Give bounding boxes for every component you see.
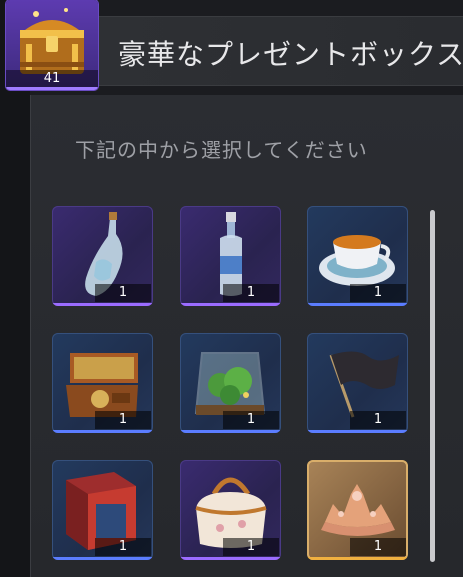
selection-prompt: 下記の中から選択してください [75,138,368,162]
item-black-flag[interactable]: 1 [307,333,408,433]
item-count: 1 [223,538,279,556]
item-book-box[interactable]: 1 [52,460,153,560]
rarity-bar [307,557,408,560]
item-music-box[interactable]: 1 [52,333,153,433]
rarity-bar [180,430,281,433]
item-count: 1 [223,411,279,429]
item-handbag[interactable]: 1 [180,460,281,560]
rarity-bar [52,557,153,560]
rarity-bar [180,557,281,560]
rarity-bar [307,430,408,433]
item-count: 1 [95,411,151,429]
item-count: 1 [223,284,279,302]
rarity-bar [6,87,98,90]
chest-slot[interactable]: 41 [6,0,98,90]
item-blue-liquor-bottle[interactable]: 1 [180,206,281,306]
rarity-bar [180,303,281,306]
item-count: 1 [95,538,151,556]
item-message-bottle[interactable]: 1 [52,206,153,306]
item-count: 1 [350,284,406,302]
item-count: 1 [95,284,151,302]
chest-count: 41 [6,70,98,88]
rarity-bar [307,303,408,306]
item-tiara[interactable]: 1 [307,460,408,560]
item-terrarium[interactable]: 1 [180,333,281,433]
scrollbar[interactable] [430,210,435,562]
rarity-bar [52,303,153,306]
rarity-bar [52,430,153,433]
title-bar: 豪華なプレゼントボックス [96,16,463,86]
page-title: 豪華なプレゼントボックス [118,38,463,71]
item-count: 1 [350,538,406,556]
item-count: 1 [350,411,406,429]
item-tea-cup[interactable]: 1 [307,206,408,306]
